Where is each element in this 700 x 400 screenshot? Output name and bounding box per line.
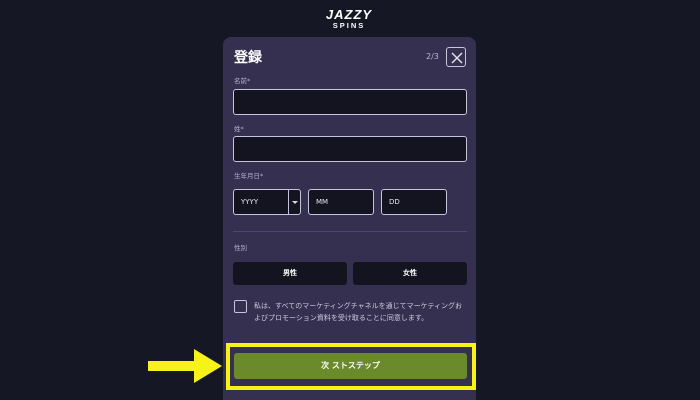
- brand-logo: JAZZY SPINS: [321, 8, 377, 32]
- last-name-input[interactable]: [233, 136, 467, 162]
- close-button[interactable]: [446, 47, 466, 67]
- first-name-input[interactable]: [233, 89, 467, 115]
- next-step-button[interactable]: 次 ストステップ: [234, 353, 467, 379]
- dob-year-select[interactable]: YYYY: [233, 189, 288, 215]
- modal-title: 登録: [234, 50, 262, 66]
- dob-month-input[interactable]: MM: [308, 189, 374, 215]
- gender-male-button[interactable]: 男性: [233, 262, 347, 285]
- gender-label: 性別: [234, 244, 247, 252]
- marketing-consent-text: 私は、すべてのマーケティングチャネルを通じてマーケティングおよびプロモーション資…: [254, 302, 463, 322]
- chevron-down-icon: [292, 201, 298, 204]
- dob-year-dropdown[interactable]: [288, 189, 301, 215]
- last-name-label: 姓*: [234, 125, 244, 133]
- first-name-label: 名前*: [234, 77, 251, 85]
- brand-logo-line1: JAZZY: [325, 7, 373, 22]
- marketing-consent-checkbox[interactable]: [234, 300, 247, 313]
- close-icon: [451, 52, 463, 64]
- gender-female-button[interactable]: 女性: [353, 262, 467, 285]
- dob-label: 生年月日*: [234, 172, 264, 180]
- step-indicator: 2/3: [426, 52, 439, 61]
- brand-logo-line2: SPINS: [332, 21, 366, 30]
- arrow-right-icon: [148, 349, 222, 383]
- divider: [233, 231, 467, 232]
- dob-day-input[interactable]: DD: [381, 189, 447, 215]
